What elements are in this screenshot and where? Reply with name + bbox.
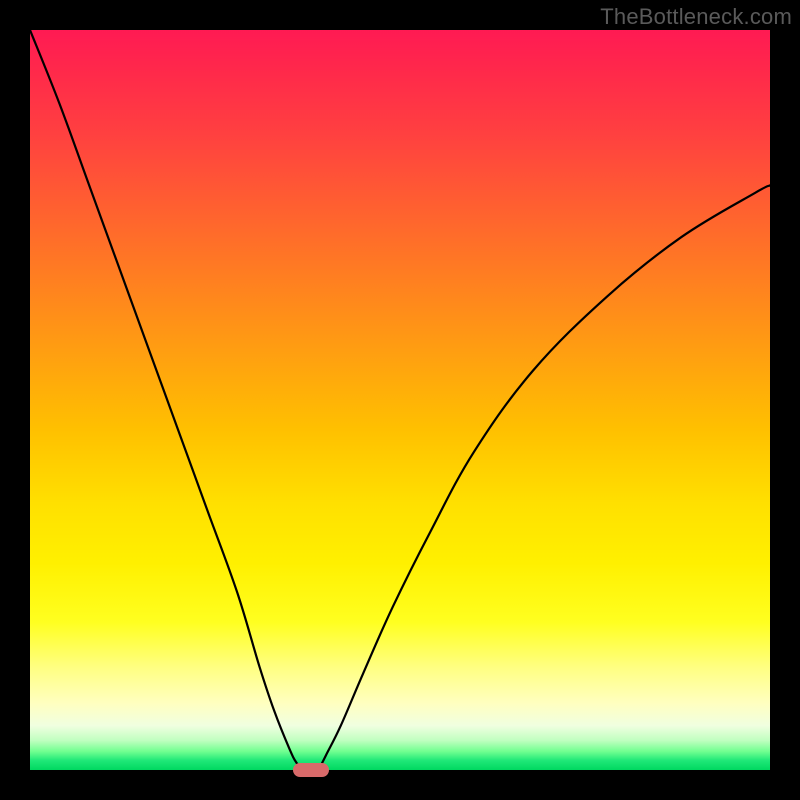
curve-right <box>319 185 770 770</box>
curve-svg <box>30 30 770 770</box>
curve-left <box>30 30 304 770</box>
watermark-text: TheBottleneck.com <box>600 4 792 30</box>
chart-frame: TheBottleneck.com <box>0 0 800 800</box>
plot-area <box>30 30 770 770</box>
bottleneck-marker <box>293 763 329 777</box>
